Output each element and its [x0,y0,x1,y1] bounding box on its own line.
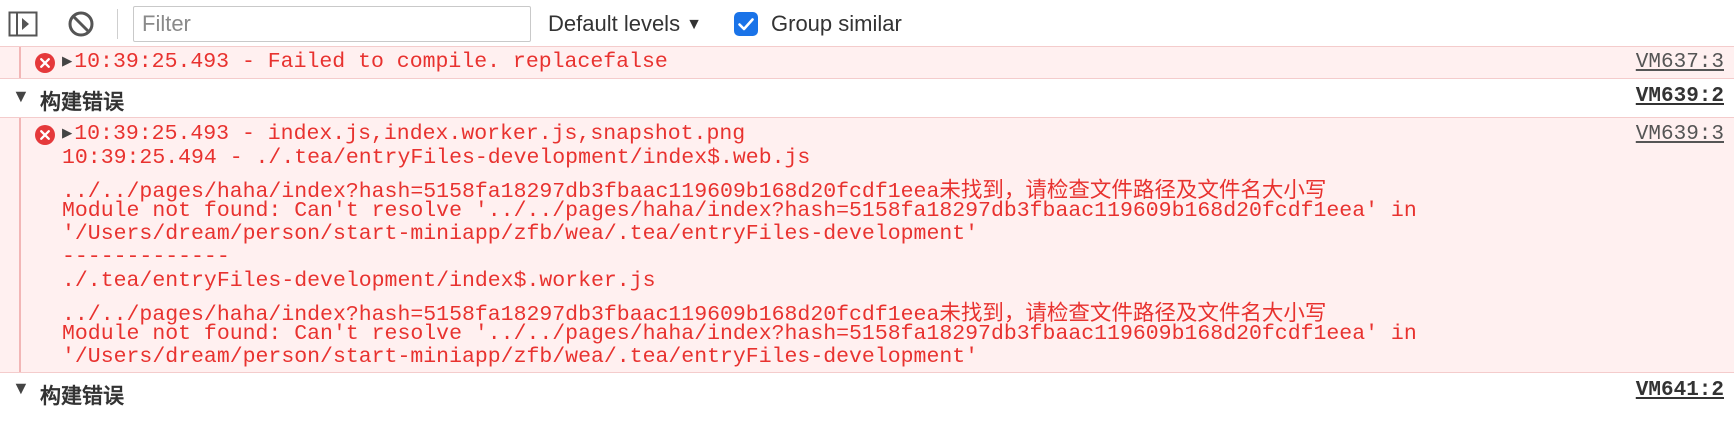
message-text-content: 10:39:25.493 - Failed to compile. replac… [74,50,668,74]
log-levels-label: Default levels [548,11,681,36]
checkmark-icon [738,18,754,31]
console-message-error: ▶10:39:25.493 - Failed to compile. repla… [0,46,1734,79]
message-line-text: 10:39:25.493 - index.js,index.worker.js,… [74,122,746,146]
message-text: ▶10:39:25.493 - Failed to compile. repla… [62,50,668,74]
expand-triangle-icon[interactable]: ▶ [62,125,72,144]
expand-triangle-icon[interactable]: ▶ [62,53,72,72]
clear-console-icon[interactable] [66,9,96,39]
error-icon [35,125,55,145]
message-line: '/Users/dream/person/start-miniapp/zfb/w… [62,222,979,246]
message-line: ------------- [62,245,230,269]
console-group-header[interactable]: ▼ 构建错误 VM639:2 [0,80,1734,116]
group-title: 构建错误 [40,90,124,114]
group-title: 构建错误 [40,384,124,408]
error-icon [35,53,55,73]
message-line: '/Users/dream/person/start-miniapp/zfb/w… [62,345,979,369]
console-toolbar: Default levels ▼ Group similar [0,0,1734,51]
filter-input[interactable] [133,6,531,42]
message-line: Module not found: Can't resolve '../../p… [62,199,1417,223]
source-link[interactable]: VM639:3 [1636,123,1724,146]
message-line: ./.tea/entryFiles-development/index$.wor… [62,269,656,293]
group-collapse-triangle-icon[interactable]: ▼ [12,86,30,107]
source-link[interactable]: VM639:2 [1636,85,1724,108]
sidebar-toggle-icon[interactable] [8,11,38,37]
source-link[interactable]: VM641:2 [1636,379,1724,402]
toolbar-divider [117,9,118,39]
message-line: 10:39:25.494 - ./.tea/entryFiles-develop… [62,146,811,170]
group-similar-checkbox[interactable] [734,12,758,36]
group-similar-label[interactable]: Group similar [771,9,902,39]
message-line: ▶10:39:25.493 - index.js,index.worker.js… [62,122,745,146]
source-link[interactable]: VM637:3 [1636,51,1724,74]
group-collapse-triangle-icon[interactable]: ▼ [12,378,30,399]
log-levels-dropdown[interactable]: Default levels ▼ [548,9,702,39]
chevron-down-icon: ▼ [686,16,702,33]
message-line: Module not found: Can't resolve '../../p… [62,322,1417,346]
console-group-header[interactable]: ▼ 构建错误 VM641:2 [0,374,1734,410]
console-message-error: ▶10:39:25.493 - index.js,index.worker.js… [0,117,1734,373]
